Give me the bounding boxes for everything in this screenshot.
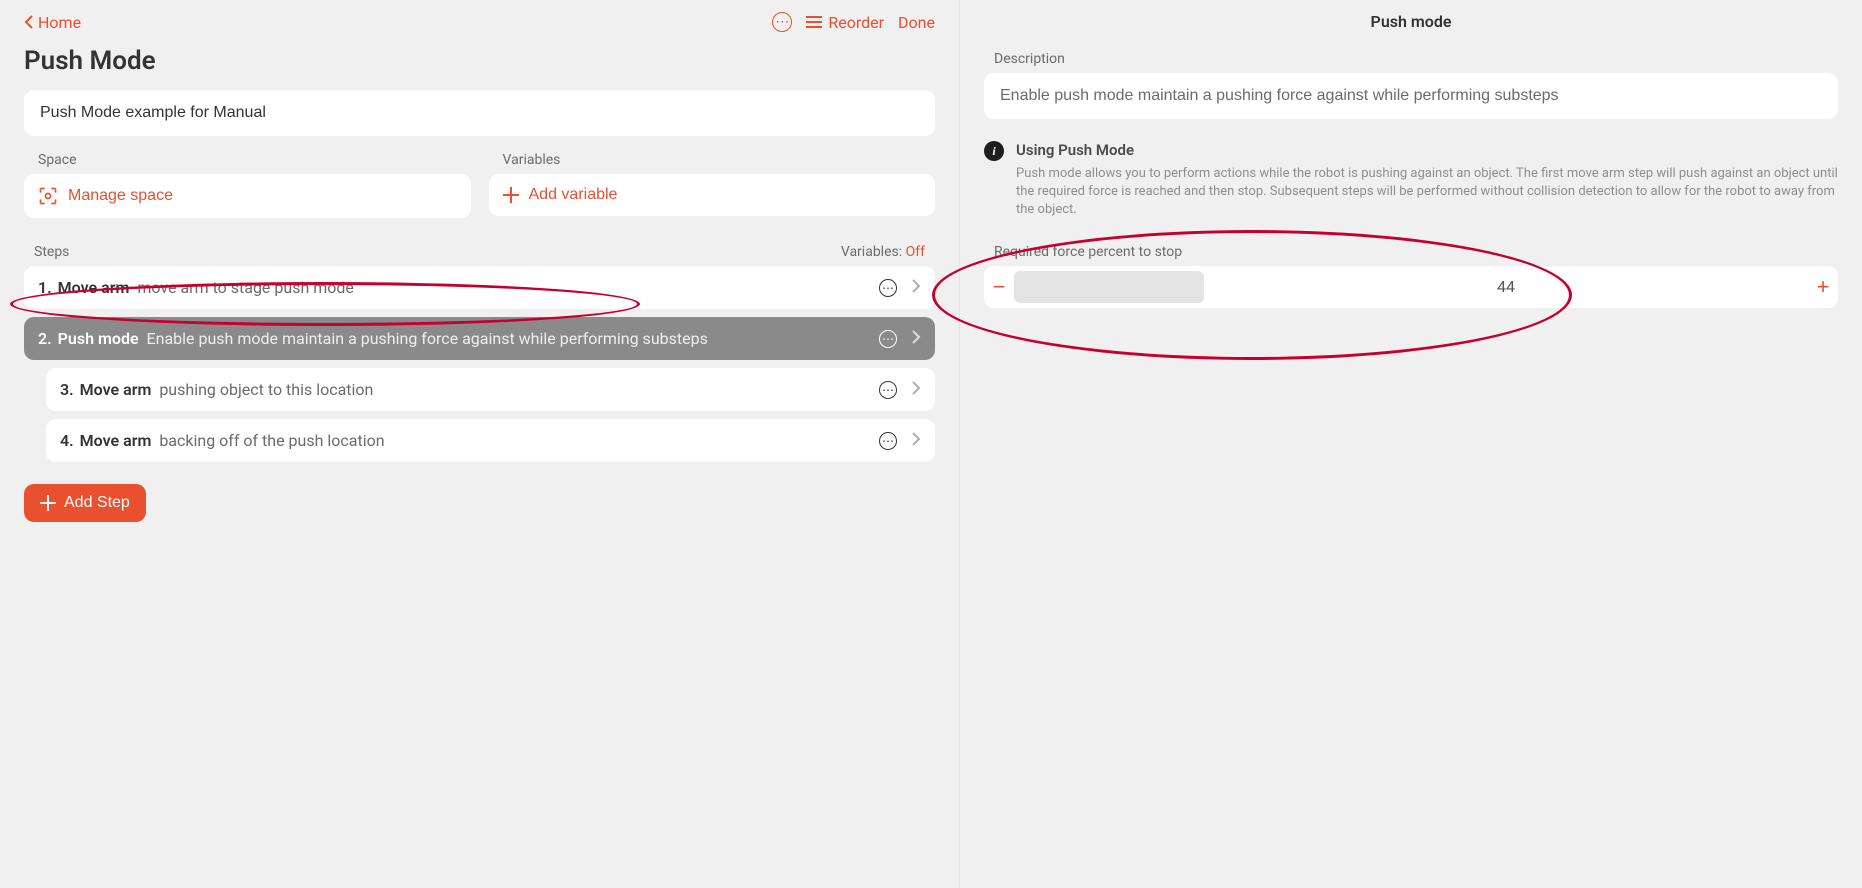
- steps-label: Steps: [34, 244, 69, 260]
- force-plus-button[interactable]: +: [1808, 266, 1838, 308]
- manage-space-button[interactable]: Manage space: [24, 174, 471, 218]
- step-desc: pushing object to this location: [159, 380, 373, 399]
- add-variable-label: Add variable: [529, 186, 618, 204]
- step-row[interactable]: 3. Move arm pushing object to this locat…: [46, 368, 935, 411]
- more-menu-button[interactable]: [772, 12, 792, 32]
- info-icon: i: [984, 141, 1004, 161]
- top-actions: Reorder Done: [772, 12, 935, 32]
- reorder-button[interactable]: Reorder: [806, 13, 884, 32]
- steps-list: 1. Move arm move arm to stage push mode 2…: [24, 266, 935, 462]
- force-value[interactable]: 44: [1204, 266, 1808, 308]
- reorder-label: Reorder: [828, 13, 884, 32]
- description-label: Description: [984, 51, 1838, 67]
- step-text: 1. Move arm move arm to stage push mode: [38, 278, 869, 297]
- plus-icon: [503, 187, 519, 203]
- force-slider-track[interactable]: [1014, 271, 1204, 303]
- step-text: 4. Move arm backing off of the push loca…: [60, 431, 869, 450]
- step-row[interactable]: 1. Move arm move arm to stage push mode: [24, 266, 935, 309]
- description-input[interactable]: [984, 73, 1838, 119]
- step-desc: move arm to stage push mode: [137, 278, 354, 297]
- chevron-right-icon[interactable]: [911, 329, 921, 348]
- step-more-button[interactable]: [879, 330, 897, 348]
- step-actions: [879, 380, 921, 399]
- step-row[interactable]: 2. Push mode Enable push mode maintain a…: [24, 317, 935, 360]
- add-step-label: Add Step: [64, 494, 130, 512]
- routine-title-input[interactable]: [24, 90, 935, 136]
- step-more-button[interactable]: [879, 279, 897, 297]
- routine-editor-pane: Home Reorder Done Push Mode Space: [0, 0, 960, 888]
- step-details-pane: Push mode Description i Using Push Mode …: [960, 0, 1862, 888]
- info-body: Push mode allows you to perform actions …: [1016, 165, 1838, 220]
- step-more-button[interactable]: [879, 432, 897, 450]
- force-label: Required force percent to stop: [984, 244, 1838, 260]
- step-row[interactable]: 4. Move arm backing off of the push loca…: [46, 419, 935, 462]
- home-link[interactable]: Home: [24, 13, 81, 32]
- step-number: 2.: [38, 329, 52, 348]
- space-label: Space: [24, 152, 471, 168]
- done-button[interactable]: Done: [898, 13, 935, 32]
- step-more-button[interactable]: [879, 381, 897, 399]
- manage-space-label: Manage space: [68, 187, 173, 205]
- chevron-right-icon[interactable]: [911, 380, 921, 399]
- add-step-button[interactable]: Add Step: [24, 484, 146, 522]
- info-block: i Using Push Mode Push mode allows you t…: [984, 141, 1838, 220]
- step-actions: [879, 431, 921, 450]
- chevron-right-icon[interactable]: [911, 278, 921, 297]
- page-title: Push Mode: [24, 46, 935, 76]
- space-icon: [38, 186, 58, 206]
- step-actions: [879, 329, 921, 348]
- variables-value: Off: [906, 244, 925, 260]
- info-title: Using Push Mode: [1016, 141, 1838, 159]
- variables-prefix: Variables:: [841, 244, 902, 260]
- step-title: Move arm: [80, 431, 152, 450]
- right-pane-title: Push mode: [984, 12, 1838, 31]
- step-number: 1.: [38, 278, 52, 297]
- add-variable-button[interactable]: Add variable: [489, 174, 936, 216]
- step-desc: Enable push mode maintain a pushing forc…: [147, 329, 708, 348]
- step-desc: backing off of the push location: [159, 431, 384, 450]
- reorder-icon: [806, 16, 822, 28]
- step-text: 3. Move arm pushing object to this locat…: [60, 380, 869, 399]
- force-minus-button[interactable]: −: [984, 266, 1014, 308]
- home-label: Home: [38, 13, 81, 32]
- steps-header: Steps Variables: Off: [24, 244, 935, 260]
- force-stepper[interactable]: − 44 +: [984, 266, 1838, 308]
- step-text: 2. Push mode Enable push mode maintain a…: [38, 329, 869, 348]
- variables-label: Variables: [489, 152, 936, 168]
- variables-toggle[interactable]: Variables: Off: [841, 244, 925, 260]
- plus-icon: [40, 495, 56, 511]
- step-title: Push mode: [58, 329, 139, 348]
- chevron-left-icon: [24, 15, 34, 29]
- step-title: Move arm: [58, 278, 130, 297]
- done-label: Done: [898, 13, 935, 32]
- step-number: 4.: [60, 431, 74, 450]
- step-actions: [879, 278, 921, 297]
- step-number: 3.: [60, 380, 74, 399]
- step-title: Move arm: [80, 380, 152, 399]
- chevron-right-icon[interactable]: [911, 431, 921, 450]
- topbar: Home Reorder Done: [24, 8, 935, 36]
